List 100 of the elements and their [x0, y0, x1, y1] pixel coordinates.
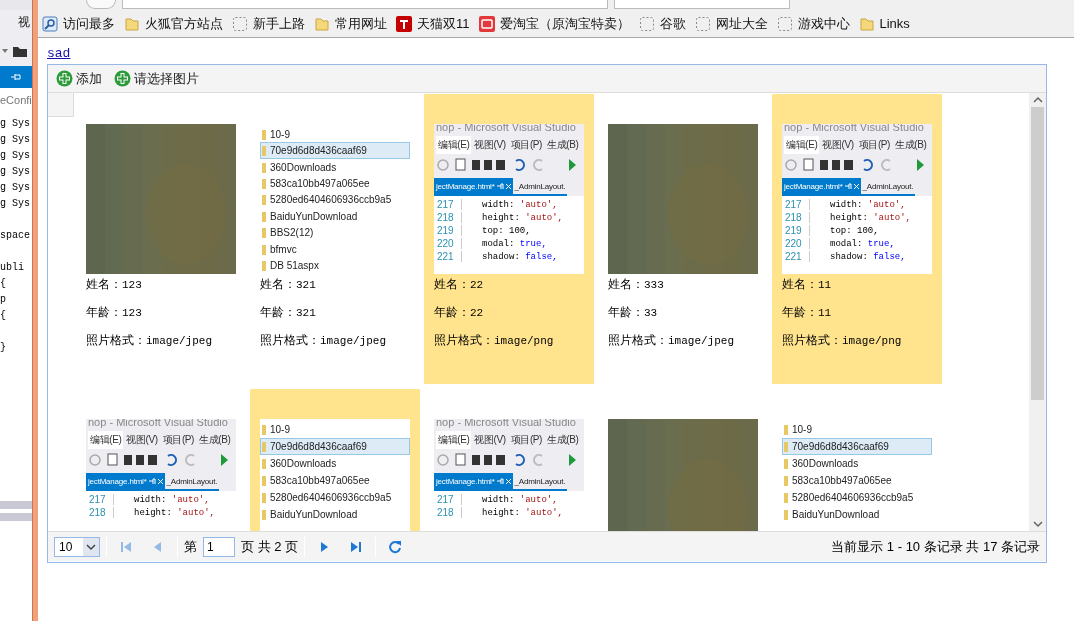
folder-name: 583ca10bb497a065ee [792, 475, 892, 486]
image-card[interactable]: 姓名：123 年龄：123 照片格式：image/jpeg [76, 94, 246, 384]
ide-menu-item: 编辑(E) [88, 431, 124, 449]
ide-menu-item: 项目(P) [509, 433, 544, 447]
bookmark[interactable]: 爱淘宝（原淘宝特卖） [478, 14, 630, 33]
code-line: shadow: false, [829, 251, 906, 262]
scrollbar[interactable] [1029, 93, 1046, 531]
image-card[interactable]: 10-9 70e9d6d8d436caaf69 360Downloads 583ca10bb497a065ee 5280ed6404606936ccb9a5 BaiduYunDownload [250, 389, 420, 531]
panel-bar [0, 513, 32, 521]
ide-menu-item: 编辑(E) [784, 136, 820, 154]
line-number: 217 [86, 494, 114, 505]
code-line: height: 'auto', [481, 507, 564, 518]
bookmark[interactable]: 访问最多 [42, 14, 115, 33]
shop-logo-icon [396, 15, 412, 32]
refresh-icon [388, 539, 403, 554]
bookmark[interactable]: 游戏中心 [776, 14, 850, 33]
code-line: { [0, 309, 7, 323]
code-line: g Sys [0, 165, 31, 179]
bookmark[interactable]: Links [858, 15, 910, 32]
add-button[interactable]: 请选择图片 [112, 67, 201, 90]
card-field: 姓名：11 [782, 276, 942, 294]
ide-menu-item: 项目(P) [857, 138, 892, 152]
folder-icon [262, 194, 266, 206]
first-page-icon [119, 539, 133, 554]
search-field[interactable] [614, 0, 790, 9]
folder-name: bfmvc [270, 243, 297, 255]
ide-menu-item: 生成(B) [546, 138, 580, 152]
image-card[interactable]: nop - Microsoft Visual Studio 编辑(E) 视图(V) 项目(P) 生成(B) jectManage.html* _AdminLayout. 217 width: 'auto', 218 height: 'auto', 219 top: 100, 220 modal: true, 221 shadow: false, 姓名：22 年龄：22 照片格式：image/png [424, 94, 594, 384]
folder-name: 583ca10bb497a065ee [270, 178, 370, 190]
folder-name: 360Downloads [270, 161, 337, 173]
page-size-select[interactable]: 10 [54, 536, 100, 557]
folder-name: 10-9 [792, 424, 812, 435]
image-card[interactable]: 姓名：333 年龄：33 照片格式：image/jpeg [598, 94, 768, 384]
folder-icon [784, 458, 788, 469]
page-label: 第 [184, 537, 197, 556]
image-card[interactable]: 10-9 70e9d6d8d436caaf69 360Downloads 583ca10bb497a065ee 5280ed6404606936ccb9a5 BaiduYunDownload BBS2(12) bfmvc DB 51aspx 姓名：321 年龄：321 照片格式：image/jpeg [250, 94, 420, 384]
image-card[interactable]: nop - Microsoft Visual Studio 编辑(E) 视图(V) 项目(P) 生成(B) jectManage.html* _AdminLayout. 217 width: 'auto', 218 height: 'auto', [76, 389, 246, 531]
add-button[interactable]: 添加 [54, 67, 104, 90]
blank-page-icon [776, 15, 793, 32]
folder-icon [314, 15, 330, 32]
scroll-thumb[interactable] [1031, 107, 1044, 400]
ide-tab: jectManage.html* [86, 473, 165, 491]
folder-name: 70e9d6d8d436caaf69 [792, 441, 889, 452]
ide-title: nop - Microsoft Visual Studio [87, 419, 229, 428]
folder-icon [262, 260, 266, 272]
back-button[interactable] [86, 0, 116, 9]
folder-icon [784, 424, 788, 435]
page-input[interactable]: 1 [203, 536, 235, 557]
pin-close-icon [148, 477, 163, 485]
blank-page-icon [232, 15, 248, 32]
card-field: 照片格式：image/jpeg [260, 332, 420, 350]
caret-icon [2, 49, 8, 53]
line-number: 219 [782, 225, 810, 236]
ide-menu-item: 视图(V) [473, 433, 507, 447]
code-line: shadow: false, [481, 251, 558, 262]
bookmark[interactable]: 天猫双11 [396, 14, 470, 33]
folder-name: BaiduYunDownload [270, 509, 358, 520]
line-number: 221 [434, 251, 462, 262]
shopping-bag-icon [478, 15, 495, 32]
bookmark[interactable]: 谷歌 [638, 14, 686, 33]
code-line: g Sys [0, 197, 31, 211]
folder-icon [262, 424, 266, 435]
image-card[interactable]: nop - Microsoft Visual Studio 编辑(E) 视图(V) 项目(P) 生成(B) jectManage.html* _AdminLayout. 217 width: 'auto', 218 height: 'auto', [424, 389, 594, 531]
code-line: modal: true, [829, 238, 895, 249]
code-line: width: 'auto', [829, 199, 906, 210]
code-line: ubli [0, 261, 25, 275]
folder-icon [262, 210, 266, 222]
link[interactable]: sad [47, 46, 71, 61]
bookmark[interactable]: 火狐官方站点 [124, 14, 223, 33]
line-number: 220 [434, 238, 462, 249]
bookmark[interactable]: 新手上路 [232, 14, 305, 33]
panel-bar [0, 501, 32, 509]
folder-icon [262, 458, 266, 469]
ide-menu-item: 项目(P) [509, 138, 544, 152]
code-line: width: 'auto', [481, 494, 558, 505]
record-info: 当前显示 1 - 10 条记录 共 17 条记录 [831, 537, 1040, 556]
line-number: 218 [434, 507, 462, 518]
pin-icon [11, 73, 21, 81]
folder-name: 583ca10bb497a065ee [270, 475, 370, 486]
card-field: 照片格式：image/jpeg [86, 332, 246, 350]
code-line: width: 'auto', [481, 199, 558, 210]
code-line: g Sys [0, 149, 31, 163]
image-card[interactable]: nop - Microsoft Visual Studio 编辑(E) 视图(V) 项目(P) 生成(B) jectManage.html* _AdminLayout. 217 width: 'auto', 218 height: 'auto', 219 top: 100, 220 modal: true, 221 shadow: false, 姓名：11 年龄：11 照片格式：image/png [772, 94, 942, 384]
folder-name: 70e9d6d8d436caaf69 [270, 441, 367, 452]
line-number: 218 [434, 212, 462, 223]
menu-item[interactable]: 视 [0, 10, 32, 36]
code-line: } [0, 341, 7, 355]
line-number: 218 [782, 212, 810, 223]
bookmark[interactable]: 常用网址 [314, 14, 387, 33]
card-field: 年龄：123 [86, 304, 246, 322]
ide-menu-item: 生成(B) [894, 138, 928, 152]
ide-menu-item: 编辑(E) [436, 431, 472, 449]
folder-icon [784, 441, 788, 452]
file-tab[interactable]: eConfi [0, 88, 32, 116]
line-number: 218 [86, 507, 114, 518]
card-field: 年龄：33 [608, 304, 768, 322]
image-card[interactable]: 10-9 70e9d6d8d436caaf69 360Downloads 583ca10bb497a065ee 5280ed6404606936ccb9a5 BaiduYunDownload [772, 389, 942, 531]
bookmark[interactable]: 网址大全 [694, 14, 768, 33]
address-field[interactable] [122, 0, 608, 9]
code-line: space [0, 229, 31, 243]
